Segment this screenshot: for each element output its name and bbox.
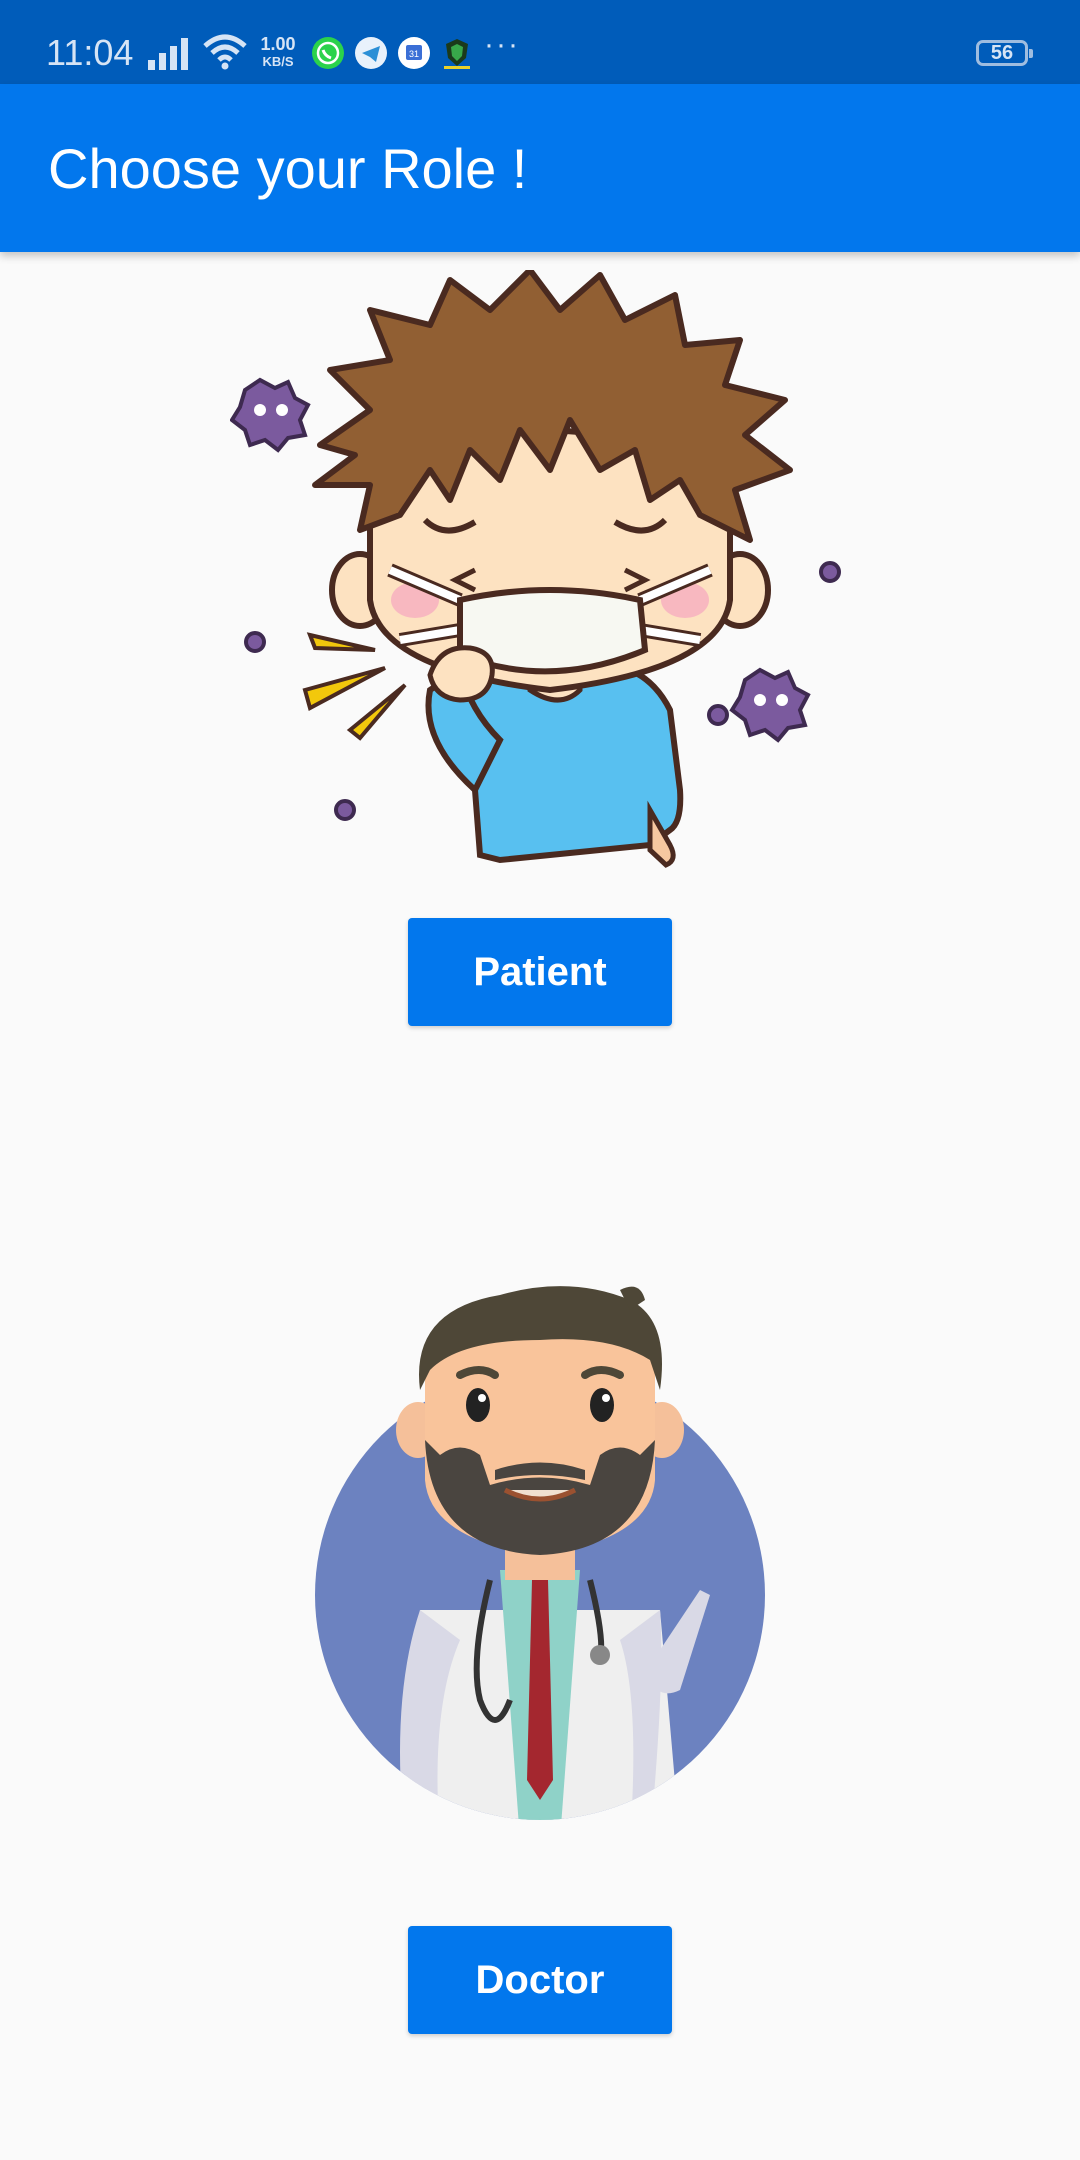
doctor-button[interactable]: Doctor <box>408 1926 672 2034</box>
sick-patient-illustration <box>230 270 841 868</box>
more-notifications-indicator: ··· <box>484 28 520 61</box>
status-bar: 11:04 1.00 KB/S 31 ··· 56 <box>0 0 1080 84</box>
doctor-illustration <box>315 1286 765 1820</box>
app-bar: Choose your Role ! <box>0 84 1080 252</box>
status-time: 11:04 <box>46 32 134 73</box>
page-title: Choose your Role ! <box>48 137 528 200</box>
telegram-icon <box>355 37 387 69</box>
svg-text:31: 31 <box>409 49 419 59</box>
patient-button[interactable]: Patient <box>408 918 672 1026</box>
whatsapp-icon <box>312 37 344 69</box>
battery-level: 56 <box>990 42 1014 64</box>
security-shield-icon <box>444 39 470 69</box>
signal-icon <box>148 38 188 70</box>
network-speed-unit: KB/S <box>262 54 294 69</box>
network-speed-value: 1.00 <box>260 34 296 54</box>
network-speed: 1.00 KB/S <box>256 34 300 70</box>
calendar-icon: 31 <box>398 37 430 69</box>
battery-icon: 56 <box>976 40 1033 66</box>
wifi-icon <box>203 34 247 70</box>
